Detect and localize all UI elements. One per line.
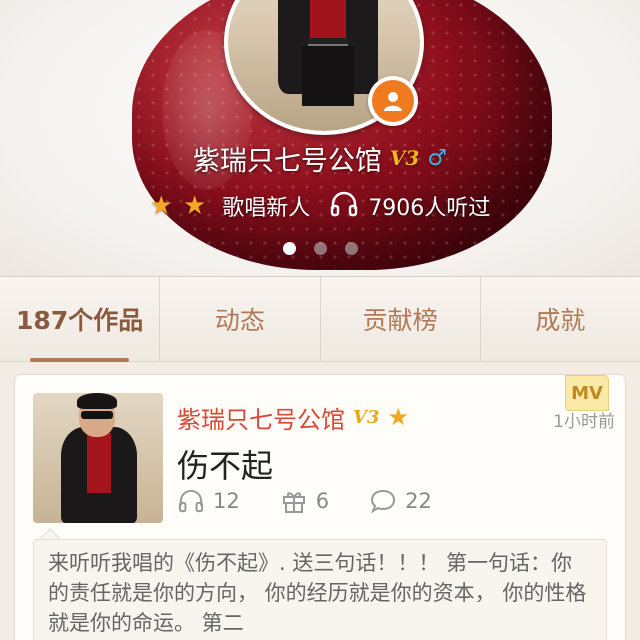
tab-achievements[interactable]: 成就 xyxy=(481,277,640,361)
headphones-icon xyxy=(330,191,358,221)
work-card[interactable]: MV 紫瑞只七号公馆 V3 ★ 1小时前 伤不起 12 6 22 来听听我唱的《… xyxy=(14,374,626,640)
tab-activity[interactable]: 动态 xyxy=(160,277,321,361)
work-time: 1小时前 xyxy=(553,412,615,432)
carousel-dot[interactable] xyxy=(282,242,296,255)
tab-contribution[interactable]: 贡献榜 xyxy=(321,277,481,361)
carousel-dots[interactable] xyxy=(0,242,640,255)
male-icon: ♂ xyxy=(427,145,448,171)
profile-tabs: 187个作品 动态 贡献榜 成就 xyxy=(0,276,640,362)
comments-count: 22 xyxy=(405,489,432,513)
profile-name-row: 紫瑞只七号公馆 V3 ♂ xyxy=(0,138,640,178)
mv-badge: MV xyxy=(565,375,609,411)
star-icon: ★ xyxy=(387,403,410,431)
gifts-count: 6 xyxy=(315,489,330,513)
vip-badge: V3 xyxy=(353,406,380,428)
vip-badge: V3 xyxy=(389,146,420,170)
work-stats: 12 6 22 xyxy=(177,487,432,515)
level-title: 歌唱新人 xyxy=(222,196,311,221)
carousel-dot[interactable] xyxy=(344,242,358,255)
anchor-badge xyxy=(368,76,418,126)
listen-count: 7906人听过 xyxy=(368,196,491,221)
tab-works[interactable]: 187个作品 xyxy=(0,277,161,362)
gift-icon xyxy=(280,487,308,515)
comment-icon xyxy=(369,487,397,515)
star-icon: ★ xyxy=(182,191,207,221)
profile-name: 紫瑞只七号公馆 xyxy=(192,145,382,177)
work-title[interactable]: 伤不起 xyxy=(177,441,273,487)
headphones-icon xyxy=(177,487,205,515)
work-author[interactable]: 紫瑞只七号公馆 xyxy=(177,400,345,435)
star-icon: ★ xyxy=(149,191,173,221)
user-icon xyxy=(372,80,414,122)
work-description[interactable]: 来听听我唱的《伤不起》. 送三句话！！！ 第一句话：你的责任就是你的方向， 你的… xyxy=(33,539,607,640)
work-thumbnail[interactable] xyxy=(33,393,163,523)
profile-header: 紫瑞只七号公馆 V3 ♂ ★ ★ 歌唱新人 7906人听过 xyxy=(0,0,640,276)
carousel-dot[interactable] xyxy=(313,242,327,255)
listens-count: 12 xyxy=(213,489,240,513)
profile-info-row: ★ ★ 歌唱新人 7906人听过 xyxy=(0,186,640,226)
work-author-row: 紫瑞只七号公馆 V3 ★ xyxy=(177,399,409,435)
